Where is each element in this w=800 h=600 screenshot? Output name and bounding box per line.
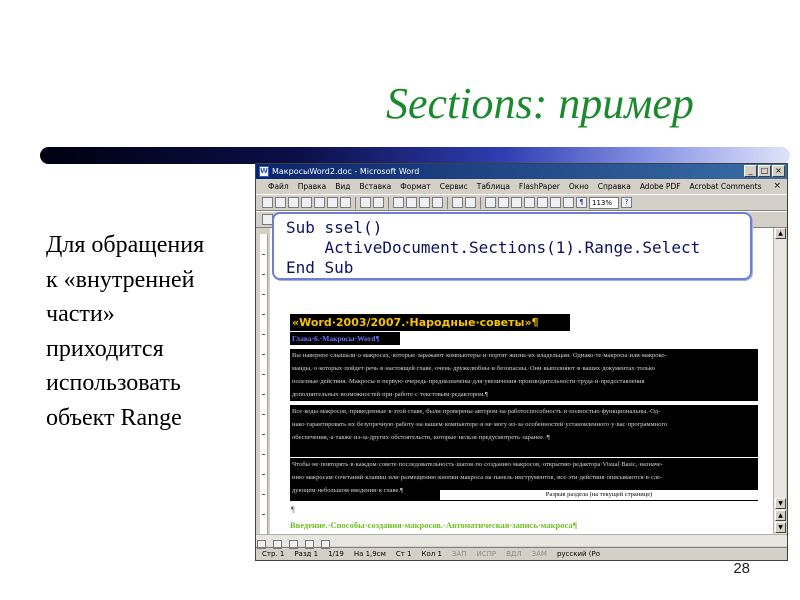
menu-item-table[interactable]: Таблица [477,179,510,194]
menu-item-help[interactable]: Справка [598,179,631,194]
new-document-icon[interactable] [262,197,273,208]
menu-item-view[interactable]: Вид [335,179,350,194]
show-formatting-icon[interactable]: ¶ [576,197,587,208]
print-preview-icon[interactable] [340,197,351,208]
close-icon[interactable]: × [772,165,785,177]
previous-page-icon[interactable]: ▲ [775,510,786,521]
save-icon[interactable] [288,197,299,208]
scroll-down-icon[interactable]: ▼ [775,498,786,509]
intro-heading: Введение.·Способы·создания·макросов.·Авт… [290,518,630,532]
format-painter-icon[interactable] [432,197,443,208]
status-rec[interactable]: ЗАП [452,548,467,560]
status-ovr[interactable]: ЗАМ [532,548,547,560]
menu-item-acrobat-comments[interactable]: Acrobat Comments [690,179,762,194]
close-document-icon[interactable]: × [773,179,781,194]
menu-item-edit[interactable]: Правка [298,179,327,194]
status-page: Стр. 1 [262,550,285,558]
menu-item-format[interactable]: Формат [400,179,430,194]
status-language: русский (Ро [556,550,601,558]
document-map-icon[interactable] [563,197,574,208]
print-icon[interactable] [327,197,338,208]
body-line: использовать [46,370,181,396]
spelling-icon[interactable] [360,197,371,208]
menu-item-window[interactable]: Окно [569,179,589,194]
insert-table-icon[interactable] [511,197,522,208]
menu-item-insert[interactable]: Вставка [360,179,392,194]
paragraph-line: Вы·наверное·слышали·о·макросах,·которые·… [292,352,667,359]
body-line: части» [46,301,115,327]
title-underline-bar [40,147,790,164]
code-line: Sub ssel() [286,218,383,237]
paragraph-line: манды,·о·которых·пойдет·речь·в·настоящей… [292,365,655,372]
insert-excel-icon[interactable] [524,197,535,208]
body-line: к «внутренней [46,266,195,293]
undo-icon[interactable] [452,197,463,208]
drawing-icon[interactable] [550,197,561,208]
help-icon[interactable]: ? [621,197,632,208]
body-line: объект Range [46,404,182,431]
vertical-ruler [260,234,268,534]
status-pages: 1/19 [328,550,344,558]
columns-icon[interactable] [537,197,548,208]
slide-body-text: Для обращения к «внутренней части» прихо… [46,228,261,435]
open-icon[interactable] [275,197,286,208]
paragraph-line: Чтобы·не·повторять·в·каждом·совете·после… [292,461,663,468]
standard-toolbar: ¶ 113% ? [256,194,787,211]
empty-paragraph-mark: ¶ [291,505,295,514]
status-section: Разд 1 [294,550,319,558]
paragraph-line: полезные·действия.·Макросы·в·первую·очер… [292,378,645,385]
paragraph-line: обеспечения,·а·также·из-за·других·обстоя… [292,434,550,441]
cut-icon[interactable] [393,197,404,208]
status-ext[interactable]: ВДЛ [506,548,522,560]
zoom-select[interactable]: 113% [589,196,619,209]
paragraph-line: нию·макросам·сочетаний·клавиш·или·размещ… [292,474,663,481]
document-heading: «Word·2003/2007.·Народные·советы»¶ [290,314,570,331]
scroll-up-icon[interactable]: ▲ [775,228,786,239]
body-line: Для обращения [46,232,205,258]
menu-item-flashpaper[interactable]: FlashPaper [519,179,560,194]
status-line: Ст 1 [395,550,412,558]
status-col: Кол 1 [421,550,442,558]
slide-number: 28 [733,560,750,577]
paragraph-line: дополнительных·возможностей·при·работе·с… [292,391,488,398]
word-menubar: Файл Правка Вид Вставка Формат Сервис Та… [256,179,787,194]
email-icon[interactable] [314,197,325,208]
tables-borders-icon[interactable] [498,197,509,208]
next-page-icon[interactable]: ▼ [775,522,786,533]
status-at: На 1,9см [353,550,386,558]
minimize-icon[interactable]: _ [744,165,757,177]
section-break-marker: Разрыв раздела (на текущей странице) [440,490,758,500]
permission-icon[interactable] [301,197,312,208]
status-bar: Стр. 1 Разд 1 1/19 На 1,9см Ст 1 Кол 1 З… [256,547,787,560]
status-trk[interactable]: ИСПР [476,548,496,560]
research-icon[interactable] [373,197,384,208]
horizontal-scrollbar[interactable] [256,534,787,549]
selected-paragraph: Вы·наверное·слышали·о·макросах,·которые·… [290,349,758,401]
paragraph-line: нако·гарантировать·их·безупречную·работу… [292,421,668,428]
word-app-icon: W [259,166,269,177]
code-line: ActiveDocument.Sections(1).Range.Select [286,238,701,257]
body-line: приходится [46,335,164,362]
maximize-icon[interactable]: □ [758,165,771,177]
copy-icon[interactable] [406,197,417,208]
menu-item-file[interactable]: Файл [268,179,289,194]
selected-paragraph: Все·коды·макросов,·приведенные·в·этой·гл… [290,405,758,457]
hyperlink-icon[interactable] [485,197,496,208]
menu-item-adobe-pdf[interactable]: Adobe PDF [640,179,681,194]
vertical-scrollbar[interactable]: ▲ ▼ ▲ ▼ [773,228,786,534]
slide-title: Sections: пример [386,79,694,128]
word-titlebar: W МакросыWord2.doc - Microsoft Word _ □ … [256,164,787,179]
menu-item-tools[interactable]: Сервис [440,179,468,194]
chapter-heading: Глава·6.·Макросы·Word¶ [290,332,400,345]
code-line: End Sub [286,258,354,277]
paste-icon[interactable] [419,197,430,208]
paragraph-line: Все·коды·макросов,·приведенные·в·этой·гл… [292,408,661,415]
word-window-title: МакросыWord2.doc - Microsoft Word [272,167,420,176]
redo-icon[interactable] [465,197,476,208]
code-snippet-callout: Sub ssel() ActiveDocument.Sections(1).Ra… [272,212,752,280]
